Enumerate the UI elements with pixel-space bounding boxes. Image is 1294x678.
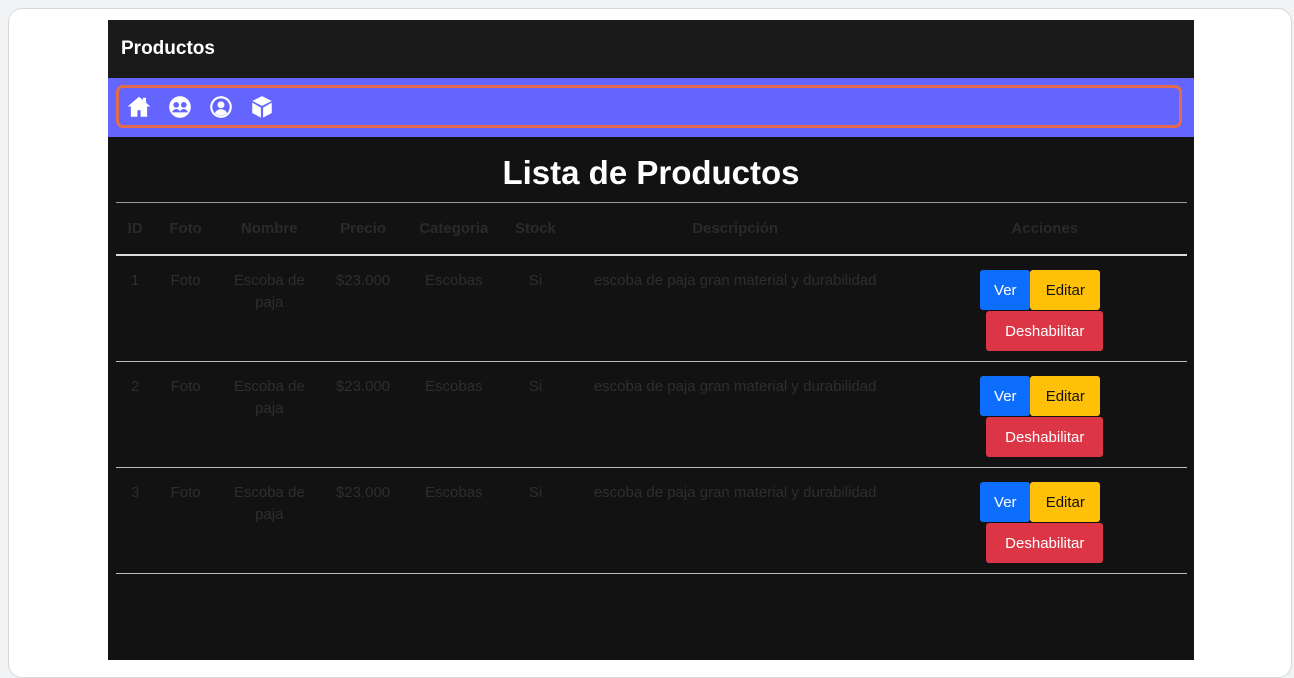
- view-button[interactable]: Ver: [980, 270, 1031, 310]
- table-row: 3 Foto Escoba de paja $23.000 Escobas Si…: [116, 467, 1187, 574]
- header-id: ID: [116, 203, 155, 256]
- page-title: Lista de Productos: [502, 154, 800, 191]
- cell-foto: Foto: [154, 467, 217, 574]
- navbar: [108, 78, 1194, 137]
- cell-descripcion: escoba de paja gran material y durabilid…: [567, 255, 903, 362]
- header-precio: Precio: [321, 203, 405, 256]
- edit-button[interactable]: Editar: [1030, 376, 1101, 416]
- cell-id: 3: [116, 467, 155, 574]
- cell-categoria: Escobas: [404, 255, 504, 362]
- edit-button[interactable]: Editar: [1030, 482, 1101, 522]
- disable-button[interactable]: Deshabilitar: [986, 417, 1104, 457]
- cell-stock: Si: [503, 467, 568, 574]
- app-titlebar: Productos: [108, 20, 1194, 78]
- cell-categoria: Escobas: [404, 361, 504, 468]
- cell-foto: Foto: [154, 255, 217, 362]
- cell-id: 1: [116, 255, 155, 362]
- header-stock: Stock: [503, 203, 568, 256]
- header-descripcion: Descripción: [567, 203, 903, 256]
- cell-id: 2: [116, 361, 155, 468]
- edit-button[interactable]: Editar: [1030, 270, 1101, 310]
- disable-button[interactable]: Deshabilitar: [986, 523, 1104, 563]
- table-header-row: ID Foto Nombre Precio Categoria Stock De…: [116, 203, 1187, 256]
- cell-acciones: Ver Editar Deshabilitar: [902, 361, 1187, 468]
- cell-nombre: Escoba de paja: [216, 255, 322, 362]
- box-icon[interactable]: [247, 92, 277, 122]
- header-nombre: Nombre: [216, 203, 322, 256]
- header-acciones: Acciones: [902, 203, 1187, 256]
- header-categoria: Categoria: [404, 203, 504, 256]
- home-icon[interactable]: [124, 92, 154, 122]
- cell-stock: Si: [503, 255, 568, 362]
- table-row: 1 Foto Escoba de paja $23.000 Escobas Si…: [116, 255, 1187, 362]
- table-row: 2 Foto Escoba de paja $23.000 Escobas Si…: [116, 361, 1187, 468]
- user-circle-icon[interactable]: [206, 92, 236, 122]
- cell-categoria: Escobas: [404, 467, 504, 574]
- cell-foto: Foto: [154, 361, 217, 468]
- products-table: ID Foto Nombre Precio Categoria Stock De…: [116, 203, 1187, 574]
- cell-precio: $23.000: [321, 361, 405, 468]
- users-icon[interactable]: [165, 92, 195, 122]
- cell-nombre: Escoba de paja: [216, 361, 322, 468]
- cell-precio: $23.000: [321, 255, 405, 362]
- nav-icon-bar: [116, 85, 1182, 128]
- app-title: Productos: [121, 38, 215, 59]
- disable-button[interactable]: Deshabilitar: [986, 311, 1104, 351]
- cell-stock: Si: [503, 361, 568, 468]
- header-foto: Foto: [154, 203, 217, 256]
- view-button[interactable]: Ver: [980, 482, 1031, 522]
- view-button[interactable]: Ver: [980, 376, 1031, 416]
- cell-descripcion: escoba de paja gran material y durabilid…: [567, 361, 903, 468]
- cell-acciones: Ver Editar Deshabilitar: [902, 255, 1187, 362]
- cell-nombre: Escoba de paja: [216, 467, 322, 574]
- app-window: Productos Lista de Productos ID Foto Nom…: [108, 20, 1194, 660]
- cell-acciones: Ver Editar Deshabilitar: [902, 467, 1187, 574]
- cell-precio: $23.000: [321, 467, 405, 574]
- cell-descripcion: escoba de paja gran material y durabilid…: [567, 467, 903, 574]
